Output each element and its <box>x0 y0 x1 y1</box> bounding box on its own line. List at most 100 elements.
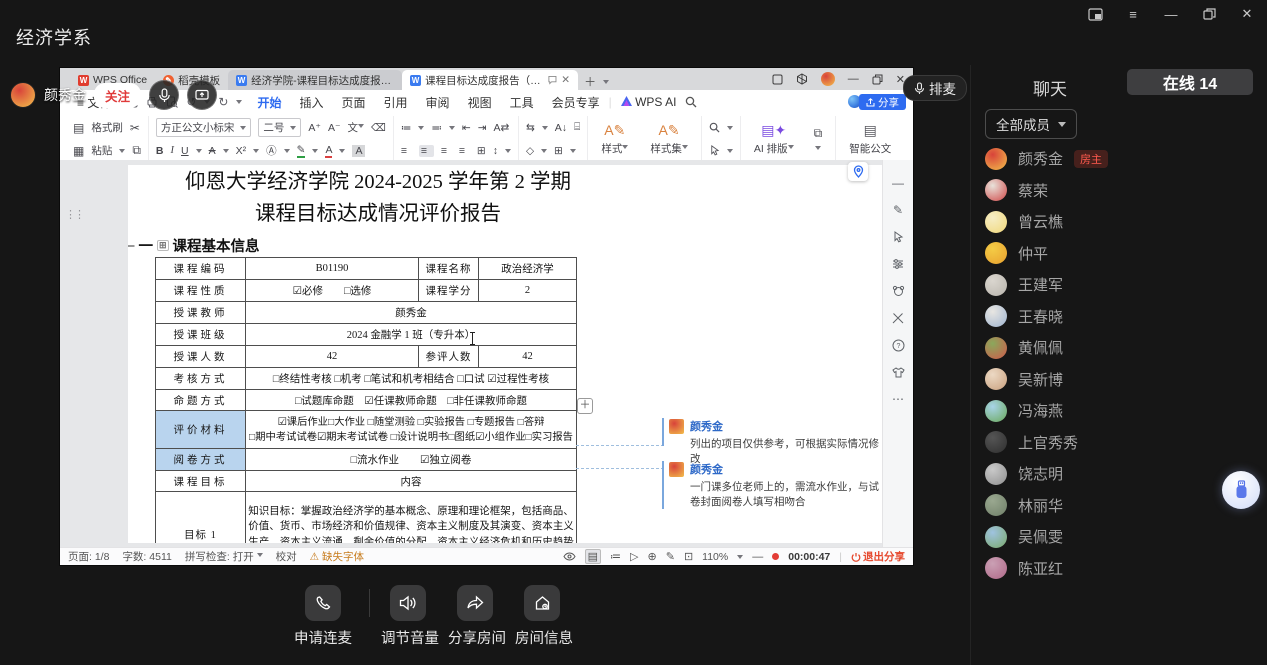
indent-icon[interactable]: ⇥ <box>478 122 487 134</box>
cube-icon[interactable] <box>796 73 808 85</box>
menu-review[interactable]: 审阅 <box>417 94 459 111</box>
menu-page[interactable]: 页面 <box>333 94 375 111</box>
room-info-button[interactable] <box>524 585 560 621</box>
ai-layout-button[interactable]: ▤✦AI 排版 <box>748 122 800 156</box>
paste-icon[interactable]: ▦ <box>73 144 84 158</box>
outdent-icon[interactable]: ⇤ <box>462 122 471 134</box>
menu-reference[interactable]: 引用 <box>375 94 417 111</box>
account-avatar[interactable] <box>821 72 835 86</box>
menu-home[interactable]: 开始 <box>248 94 290 111</box>
wrap-icon[interactable]: ⇆ <box>526 122 535 134</box>
member-row[interactable]: 林丽华 <box>985 490 1261 522</box>
menu-member[interactable]: 会员专享 <box>543 94 609 111</box>
collapse-panel-icon[interactable]: — <box>891 176 905 190</box>
menu-insert[interactable]: 插入 <box>291 94 333 111</box>
member-row[interactable]: 王春晓 <box>985 301 1261 333</box>
highlight-color-button[interactable]: ✎ <box>297 144 306 158</box>
smart-doc-button[interactable]: ▤智能公文 <box>843 122 897 156</box>
mic-queue-button[interactable]: 排麦 <box>903 75 967 101</box>
font-decrease-icon[interactable]: A⁻ <box>328 122 341 134</box>
tab-chat[interactable]: 聊天 <box>1033 75 1067 100</box>
fit-page-icon[interactable]: ⊡ <box>684 550 693 563</box>
screen-share-button[interactable] <box>187 80 217 110</box>
layout-icon[interactable] <box>772 74 783 85</box>
member-row[interactable]: 冯海燕 <box>985 395 1261 427</box>
follow-button[interactable]: 关注 <box>94 83 141 108</box>
request-mic-button[interactable] <box>305 585 341 621</box>
align-left-icon[interactable]: ≡ <box>401 145 412 157</box>
tab-close-icon[interactable]: ✕ <box>561 74 570 86</box>
word-count[interactable]: 字数: 4511 <box>122 549 171 564</box>
restore-icon[interactable] <box>1201 6 1217 22</box>
select-tool-icon[interactable] <box>891 230 905 244</box>
web-view-icon[interactable]: ⊕ <box>648 550 657 563</box>
menu-view[interactable]: 视图 <box>459 94 501 111</box>
usb-float-button[interactable] <box>1222 471 1260 509</box>
table-add-button[interactable]: ＋ <box>577 398 593 414</box>
play-view-icon[interactable]: ▷ <box>630 550 638 563</box>
shading-icon[interactable]: ◇ <box>526 145 534 157</box>
share-room-button[interactable] <box>457 585 493 621</box>
char-scale-icon[interactable]: A⇄ <box>494 122 510 134</box>
menu-icon[interactable]: ≡ <box>1125 6 1141 22</box>
copy-icon[interactable]: ⧉ <box>132 143 141 158</box>
search-icon[interactable] <box>685 96 697 108</box>
tools-icon[interactable] <box>891 311 905 325</box>
align-right-icon[interactable]: ≡ <box>441 145 452 157</box>
tab-doc-active[interactable]: W 课程目标达成度报告（B0119 ✕ <box>402 70 578 90</box>
member-row[interactable]: 陈亚红 <box>985 553 1261 585</box>
document-page[interactable]: 仰恩大学经济学院 2024-2025 学年第 2 学期 课程目标达成情况评价报告… <box>128 165 883 543</box>
tab-list-icon[interactable] <box>603 80 609 87</box>
clear-format-icon[interactable]: ⌫ <box>371 122 386 134</box>
char-shading-button[interactable]: A <box>352 145 365 157</box>
page-view-icon[interactable]: ▤ <box>585 549 601 564</box>
member-row[interactable]: 黄佩佩 <box>985 332 1261 364</box>
zoom-level[interactable]: 110% <box>702 551 728 563</box>
skin-panel-icon[interactable] <box>891 365 905 379</box>
member-row[interactable]: 颜秀金 房主 <box>985 143 1261 175</box>
menu-tools[interactable]: 工具 <box>501 94 543 111</box>
member-row[interactable]: 王建军 <box>985 269 1261 301</box>
wps-minimize-icon[interactable]: — <box>848 73 859 85</box>
help-icon[interactable]: ? <box>891 338 905 352</box>
align-center-icon[interactable]: ≡ <box>419 145 434 157</box>
text-effect-icon[interactable]: 文 <box>348 120 365 135</box>
distribute-icon[interactable]: ⊞ <box>477 145 486 157</box>
border-icon[interactable]: ⊞ <box>554 145 563 157</box>
select-cursor-icon[interactable] <box>709 145 720 156</box>
location-pin-button[interactable] <box>848 162 868 181</box>
cut-icon[interactable]: ✂ <box>130 121 140 135</box>
sort-icon[interactable]: A↓ <box>555 122 567 134</box>
mic-button[interactable] <box>149 80 179 110</box>
font-name-select[interactable]: 方正公文小标宋 <box>156 118 252 137</box>
line-spacing-icon[interactable]: ↕ <box>493 145 498 157</box>
align-justify-icon[interactable]: ≡ <box>459 145 470 157</box>
outline-grid-icon[interactable]: ⊞ <box>157 240 169 251</box>
volume-button[interactable] <box>390 585 426 621</box>
bullet-list-icon[interactable]: ≔ <box>401 122 412 134</box>
underline-button[interactable]: U <box>181 145 189 157</box>
edit-mode-icon[interactable]: ✎ <box>666 550 675 563</box>
ruler-icon[interactable]: ⌸ <box>574 121 580 134</box>
member-row[interactable]: 仲平 <box>985 238 1261 270</box>
member-row[interactable]: 上官秀秀 <box>985 427 1261 459</box>
tab-online[interactable]: 在线 14 <box>1127 69 1253 95</box>
zoom-out-icon[interactable]: — <box>752 551 763 563</box>
eye-icon[interactable] <box>563 552 576 561</box>
comment[interactable]: 颜秀金 一门课多位老师上的，需流水作业，与试卷封面阅卷人填写相吻合 <box>669 461 883 510</box>
course-info-table[interactable]: 课程编码B01190 课程名称政治经济学 课程性质☑必修 □选修 课程学分2 授… <box>155 257 577 543</box>
drag-handle[interactable]: ⋮⋮ <box>65 208 83 221</box>
strikethrough-button[interactable]: A <box>209 145 216 157</box>
pip-icon[interactable] <box>1087 6 1103 22</box>
spellcheck-status[interactable]: 拼写检查: 打开 <box>185 549 263 564</box>
convert-button[interactable]: ⧉ <box>808 126 829 153</box>
style-set-button[interactable]: A✎样式集 <box>644 122 694 156</box>
comment[interactable]: 颜秀金 列出的项目仅供参考，可根据实际情况修改 <box>669 418 883 467</box>
char-effect-button[interactable]: Ⓐ <box>266 143 277 158</box>
close-icon[interactable]: ✕ <box>1239 6 1255 22</box>
more-icon[interactable]: ⋯ <box>891 392 905 406</box>
outline-view-icon[interactable]: ≔ <box>610 550 621 563</box>
presenter-avatar[interactable] <box>10 82 36 108</box>
font-increase-icon[interactable]: A⁺ <box>308 122 321 134</box>
member-row[interactable]: 吴佩雯 <box>985 521 1261 553</box>
